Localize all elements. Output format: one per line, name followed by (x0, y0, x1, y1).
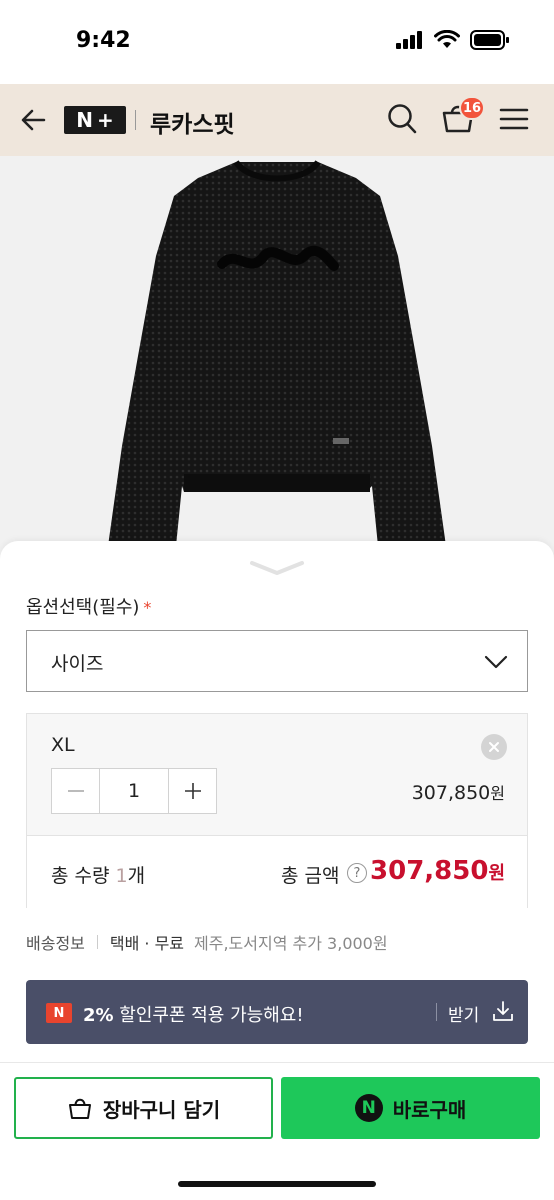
option-label: 옵션선택(필수) * (26, 593, 151, 619)
increase-button[interactable] (169, 769, 216, 813)
add-to-cart-label: 장바구니 담기 (102, 1097, 221, 1122)
search-icon[interactable] (386, 102, 418, 136)
hamburger-menu-icon[interactable] (499, 104, 529, 134)
close-icon (489, 742, 499, 752)
total-amount: 307,850원 (370, 856, 505, 886)
total-qty-prefix: 총 수량 (51, 865, 116, 887)
wifi-icon (434, 30, 460, 48)
status-icons (396, 30, 510, 50)
status-bar: 9:42 (0, 0, 554, 84)
total-qty-suffix: 개 (127, 865, 146, 887)
app-header: N + 루카스핏 (0, 84, 554, 156)
coupon-banner[interactable]: N 2% 할인쿠폰 적용 가능해요! 받기 (26, 980, 528, 1044)
help-icon[interactable]: ? (347, 863, 367, 883)
remove-item-button[interactable] (481, 734, 507, 760)
logo-plus: + (96, 108, 114, 132)
download-icon[interactable] (492, 1000, 514, 1022)
selected-item: XL 1 307,850원 (27, 714, 527, 835)
selected-item-name: XL (51, 734, 75, 756)
quantity-stepper: 1 (51, 768, 217, 814)
required-mark: * (143, 598, 152, 617)
add-to-cart-button[interactable]: 장바구니 담기 (14, 1077, 273, 1139)
npay-icon: N (354, 1094, 383, 1122)
coupon-divider (436, 1003, 437, 1021)
total-amount-label: 총 금액 (281, 865, 340, 887)
shipping-info: 배송정보 택배 · 무료 제주,도서지역 추가 3,000원 (26, 930, 388, 954)
product-image (0, 156, 554, 566)
bottom-action-bar: 장바구니 담기 N 바로구매 (0, 1062, 554, 1200)
item-price-unit: 원 (490, 784, 505, 803)
total-qty-value: 1 (115, 865, 128, 887)
nplus-logo[interactable]: N + (64, 106, 126, 134)
sweater-image (108, 160, 446, 566)
total-amount-unit: 원 (488, 863, 505, 884)
total-row: 총 수량 1개 총 금액 ? 307,850원 (27, 835, 527, 909)
decrease-button[interactable] (52, 769, 99, 813)
store-name[interactable]: 루카스핏 (150, 105, 235, 139)
battery-icon (470, 30, 509, 50)
status-time: 9:42 (76, 28, 131, 53)
buy-now-button[interactable]: N 바로구매 (281, 1077, 540, 1139)
size-select-label: 사이즈 (51, 653, 104, 675)
coupon-message: 할인쿠폰 적용 가능해요! (113, 1005, 304, 1026)
chevron-down-icon (484, 655, 508, 669)
coupon-text: 2% 할인쿠폰 적용 가능해요! (83, 1001, 304, 1027)
shipping-method: 택배 · 무료 (109, 934, 185, 953)
shipping-divider (96, 935, 98, 949)
signal-icon (396, 31, 422, 49)
quantity-value[interactable]: 1 (99, 769, 169, 813)
shipping-label: 배송정보 (26, 934, 85, 953)
cart-count-badge: 16 (459, 96, 485, 120)
coupon-badge: N (46, 1003, 72, 1023)
item-price-value: 307,850 (411, 782, 491, 804)
sheet-collapse-icon[interactable] (248, 557, 306, 577)
home-indicator (178, 1181, 376, 1187)
coupon-get-button[interactable]: 받기 (448, 1001, 479, 1026)
coupon-percent: 2% (83, 1005, 114, 1026)
total-quantity: 총 수량 1개 (51, 861, 145, 888)
logo-divider (135, 110, 136, 130)
back-arrow-icon[interactable] (18, 104, 50, 136)
total-amount-value: 307,850 (370, 856, 489, 886)
buy-now-label: 바로구매 (392, 1097, 467, 1122)
plus-icon (184, 783, 201, 799)
minus-icon (67, 790, 84, 792)
shipping-extra: 제주,도서지역 추가 3,000원 (194, 934, 388, 953)
logo-letter: N (76, 108, 93, 132)
selected-option-box: XL 1 307,850원 총 수량 1개 총 금액 ? 307,850원 (26, 713, 528, 909)
option-label-text: 옵션선택(필수) (26, 597, 140, 618)
item-price: 307,850원 (412, 780, 505, 804)
size-select[interactable]: 사이즈 (26, 630, 528, 692)
shopping-bag-icon (68, 1098, 91, 1119)
